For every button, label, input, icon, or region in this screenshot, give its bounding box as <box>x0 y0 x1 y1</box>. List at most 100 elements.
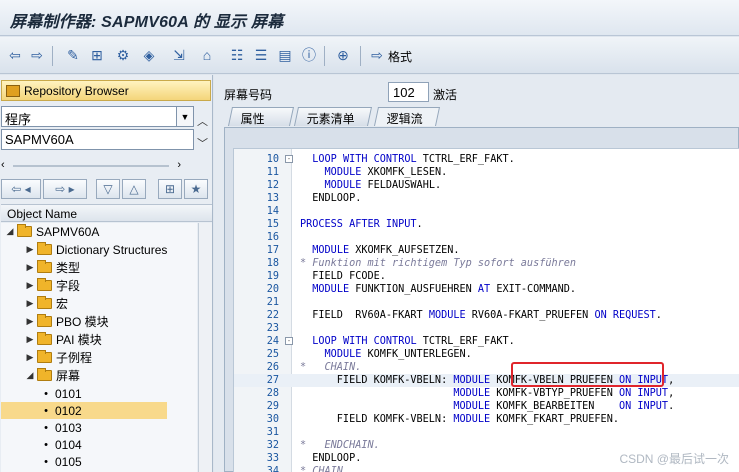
tree-node-macros[interactable]: ▶ 宏 <box>1 295 68 312</box>
forward-arrow-icon[interactable]: ⇨ <box>28 46 46 64</box>
back-arrow-icon[interactable]: ⇦ <box>6 46 24 64</box>
code-line[interactable]: 24- LOOP WITH CONTROL TCTRL_ERF_FAKT. <box>234 335 739 348</box>
activate-icon[interactable]: ◈ <box>140 46 158 64</box>
code-line[interactable]: 31 <box>234 426 739 439</box>
collapsed-triangle-icon[interactable]: ▶ <box>25 262 35 273</box>
hierarchy-icon[interactable]: ⊕ <box>334 46 352 64</box>
repository-icon <box>6 84 20 97</box>
code-line[interactable]: 28 MODULE KOMFK-VBTYP_PRUEFEN ON INPUT, <box>234 387 739 400</box>
tree-node-screen-0101[interactable]: • 0101 <box>1 385 167 402</box>
tree-node-screen-0103[interactable]: • 0103 <box>1 419 167 436</box>
code-line[interactable]: 10- LOOP WITH CONTROL TCTRL_ERF_FAKT. <box>234 153 739 166</box>
code-line[interactable]: 11 MODULE XKOMFK_LESEN. <box>234 166 739 179</box>
code-text: FIELD KOMFK-VBELN: MODULE KOMFK_FKART_PR… <box>300 414 619 425</box>
tree-node-label: 0103 <box>55 420 82 435</box>
tab-attributes[interactable]: 属性 <box>227 107 295 126</box>
toolbar-separator <box>360 46 361 66</box>
tree-node-screens[interactable]: ◢ 屏幕 <box>1 367 80 384</box>
code-line[interactable]: 17 MODULE XKOMFK_AUFSETZEN. <box>234 244 739 257</box>
tree-node-types[interactable]: ▶ 类型 <box>1 259 80 276</box>
horizontal-scrollbar[interactable]: ‹ › <box>1 159 181 172</box>
tab-element-list[interactable]: 元素清单 <box>293 107 373 126</box>
scroll-right-icon[interactable]: › <box>177 159 181 171</box>
line-number: 18 <box>266 258 279 269</box>
tree-node-root[interactable]: ◢ SAPMV60A <box>1 223 99 240</box>
code-line[interactable]: 30 FIELD KOMFK-VBELN: MODULE KOMFK_FKART… <box>234 413 739 426</box>
code-line[interactable]: 16 <box>234 231 739 244</box>
tree-node-pai-modules[interactable]: ▶ PAI 模块 <box>1 331 102 348</box>
expanded-triangle-icon[interactable]: ◢ <box>5 226 15 237</box>
layout-icon[interactable]: ☰ <box>252 46 270 64</box>
fold-toggle-icon[interactable]: - <box>285 337 293 345</box>
tree-node-screen-0105[interactable]: • 0105 <box>1 453 167 470</box>
format-button[interactable]: 格式 <box>388 48 412 65</box>
collapse-icon[interactable]: ▽ <box>96 179 120 199</box>
previous-object-button[interactable]: ⇦ ◂ <box>1 179 41 199</box>
expanded-triangle-icon[interactable]: ◢ <box>25 370 35 381</box>
info-icon[interactable]: ⓘ <box>300 46 318 64</box>
bullet-icon: • <box>44 404 48 417</box>
screen-number-field[interactable]: 102 <box>388 82 429 102</box>
chevron-down-icon[interactable]: ﹀ <box>197 135 208 151</box>
code-line[interactable]: 29 MODULE KOMFK_BEARBEITEN ON INPUT. <box>234 400 739 413</box>
tree-node-pbo-modules[interactable]: ▶ PBO 模块 <box>1 313 109 330</box>
favorites-icon[interactable]: ★ <box>184 179 208 199</box>
object-name-column-header[interactable]: Object Name <box>1 204 212 222</box>
code-line[interactable]: 23 <box>234 322 739 335</box>
other-object-icon[interactable]: ✎ <box>64 46 82 64</box>
collapsed-triangle-icon[interactable]: ▶ <box>25 334 35 345</box>
folder-icon <box>37 278 52 291</box>
window-title: 屏幕制作器: SAPMV60A 的 显示 屏幕 <box>10 14 284 31</box>
tree-vertical-scrollbar[interactable] <box>198 223 212 472</box>
object-tree: ◢ SAPMV60A ▶ Dictionary Structures ▶ 类型 … <box>1 223 197 472</box>
code-line[interactable]: 15 PROCESS AFTER INPUT. <box>234 218 739 231</box>
code-text: * ENDCHAIN. <box>300 440 380 451</box>
chevron-down-icon[interactable]: ▼ <box>176 107 193 126</box>
collapsed-triangle-icon[interactable]: ▶ <box>25 352 35 363</box>
collapsed-triangle-icon[interactable]: ▶ <box>25 280 35 291</box>
code-line[interactable]: 25 MODULE KOMFK_UNTERLEGEN. <box>234 348 739 361</box>
tree-node-screen-0102[interactable]: • 0102 <box>1 402 167 419</box>
object-list-icon[interactable]: ☷ <box>228 46 246 64</box>
scroll-left-icon[interactable]: ‹ <box>1 159 5 171</box>
navigation-buttons: ⇦ ◂ ⇨ ▸ ▽ △ ⊞ ★ <box>0 177 212 201</box>
collapsed-triangle-icon[interactable]: ▶ <box>25 316 35 327</box>
check-icon[interactable]: ⇲ <box>170 46 188 64</box>
flow-logic-editor[interactable]: 10- LOOP WITH CONTROL TCTRL_ERF_FAKT. 11 … <box>233 148 739 472</box>
code-line[interactable]: 18 * Funktion mit richtigem Typ sofort au… <box>234 257 739 270</box>
tab-flow-logic[interactable]: 逻辑流 <box>373 107 441 126</box>
display-change-icon[interactable]: ⚙ <box>114 46 132 64</box>
next-object-button[interactable]: ⇨ ▸ <box>43 179 87 199</box>
tree-node-screen-0104[interactable]: • 0104 <box>1 436 167 453</box>
fold-toggle-icon[interactable]: - <box>285 155 293 163</box>
folder-icon <box>37 296 52 309</box>
object-type-select[interactable]: 程序 ▼ <box>1 106 194 127</box>
format-arrow-icon[interactable]: ⇨ <box>368 46 386 64</box>
collapsed-triangle-icon[interactable]: ▶ <box>25 244 35 255</box>
scroll-track[interactable] <box>13 165 169 167</box>
tree-node-label: 子例程 <box>56 351 93 365</box>
repository-browser-button[interactable]: Repository Browser <box>1 80 211 101</box>
code-line[interactable]: 20 MODULE FUNKTION_AUSFUEHREN AT EXIT-CO… <box>234 283 739 296</box>
code-line[interactable]: 12 MODULE FELDAUSWAHL. <box>234 179 739 192</box>
tree-node-dictionary-structures[interactable]: ▶ Dictionary Structures <box>1 241 167 258</box>
application-toolbar: ⇦ ⇨ ✎ ⊞ ⚙ ◈ ⇲ ⌂ ☷ ☰ ▤ ⓘ ⊕ ⇨ 格式 <box>0 37 739 74</box>
tree-node-subroutines[interactable]: ▶ 子例程 <box>1 349 92 366</box>
code-line[interactable]: 19 FIELD FCODE. <box>234 270 739 283</box>
code-text: MODULE KOMFK_UNTERLEGEN. <box>324 349 472 360</box>
code-line[interactable]: 22 FIELD RV60A-FKART MODULE RV60A-FKART_… <box>234 309 739 322</box>
tree-node-fields[interactable]: ▶ 字段 <box>1 277 80 294</box>
hierarchy-icon[interactable]: ⊞ <box>158 179 182 199</box>
bullet-icon: • <box>44 387 48 400</box>
code-line[interactable]: 21 <box>234 296 739 309</box>
test-icon[interactable]: ⌂ <box>198 46 216 64</box>
bullet-icon: • <box>44 421 48 434</box>
collapsed-triangle-icon[interactable]: ▶ <box>25 298 35 309</box>
code-line[interactable]: 14 <box>234 205 739 218</box>
chevron-up-icon[interactable]: ︿ <box>197 113 208 129</box>
code-line[interactable]: 13 ENDLOOP. <box>234 192 739 205</box>
expand-icon[interactable]: △ <box>122 179 146 199</box>
object-name-input[interactable]: SAPMV60A <box>1 129 194 150</box>
where-used-icon[interactable]: ⊞ <box>88 46 106 64</box>
element-list-icon[interactable]: ▤ <box>276 46 294 64</box>
